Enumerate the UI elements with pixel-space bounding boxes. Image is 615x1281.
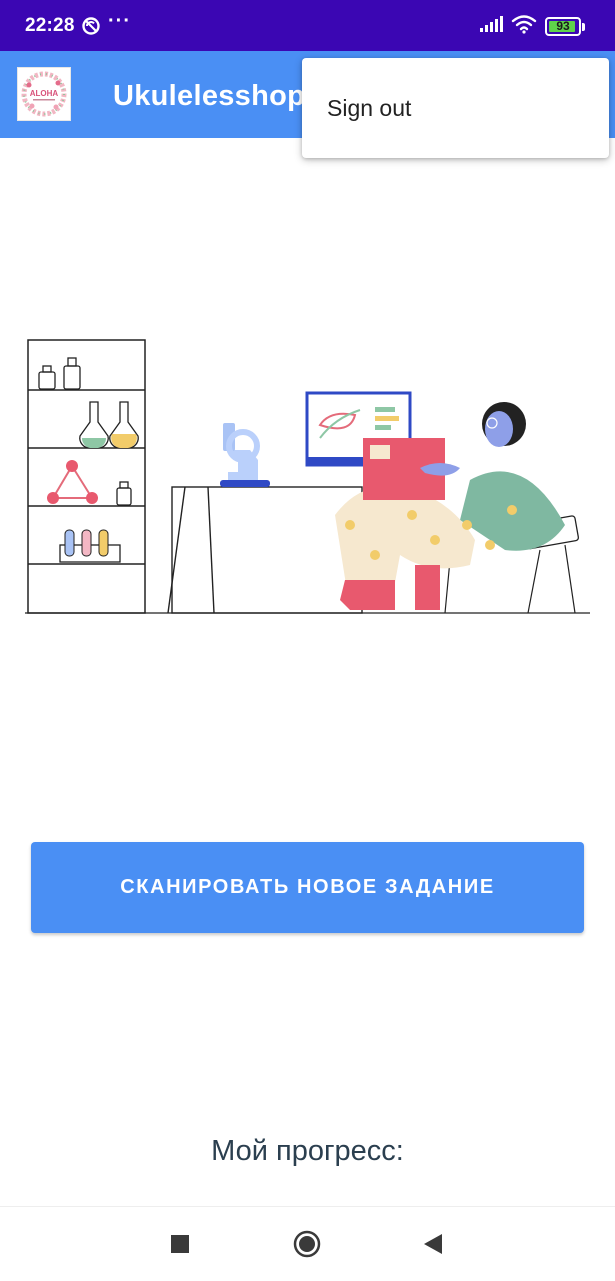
recents-square-icon[interactable] [163,1227,197,1261]
test-tubes [59,529,121,563]
back-triangle-icon[interactable] [416,1227,450,1261]
sync-off-icon [81,16,101,41]
menu-item-label: Sign out [327,95,412,121]
menu-item-sign-out[interactable]: Sign out [302,58,609,158]
scan-new-task-button[interactable]: СКАНИРОВАТЬ НОВОЕ ЗАДАНИЕ [31,842,584,933]
desk [167,486,363,614]
home-circle-icon[interactable] [290,1227,324,1261]
status-overflow-dots: ··· [108,10,131,32]
battery-tip [582,22,585,31]
progress-label: Мой прогресс: [211,1135,404,1167]
status-time: 22:28 [25,15,75,36]
molecule [47,460,132,506]
wifi-icon [511,14,537,39]
bottles [38,357,81,390]
flasks [79,401,139,449]
app-title: Ukulelesshop [113,80,306,112]
battery-level: 93 [556,19,570,33]
lab-illustration [25,339,590,614]
aloha-logo: ALOHA [17,67,71,121]
battery-icon: 93 [545,17,581,36]
overflow-menu: Sign out [302,58,609,158]
signal-icon [479,15,503,38]
microscope [220,423,270,487]
system-nav-bar [0,1206,615,1281]
shelf-unit [27,339,146,614]
status-bar: 22:28 ··· 93 [0,0,615,51]
logo-text: ALOHA [30,89,59,98]
